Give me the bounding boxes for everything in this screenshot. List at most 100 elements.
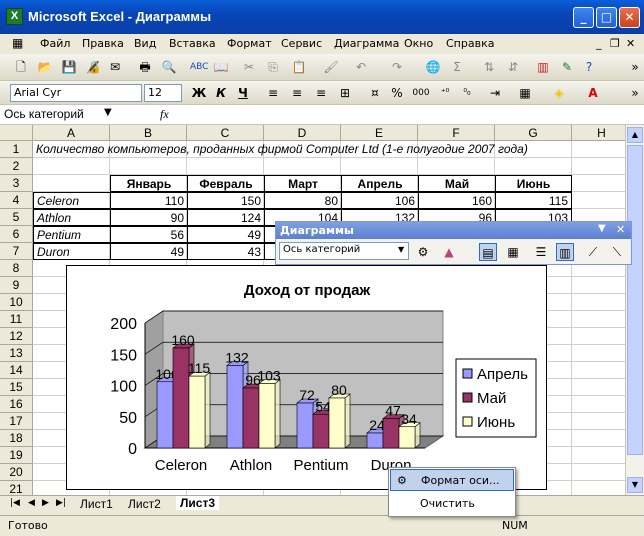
tab-sheet3[interactable]: Лист3: [176, 496, 220, 510]
spelling-icon[interactable]: ABC: [190, 58, 208, 76]
by-column-icon[interactable]: ▥: [556, 243, 574, 261]
name-box-dropdown-icon[interactable]: ▼: [104, 107, 112, 118]
chart-object-dropdown-icon[interactable]: ▼: [398, 245, 404, 254]
value-cell[interactable]: 49: [110, 243, 188, 260]
toolbar2-options-icon[interactable]: »: [626, 84, 644, 102]
tab-sheet2[interactable]: Лист2: [128, 497, 161, 511]
value-cell[interactable]: 43: [187, 243, 265, 260]
chart-wizard-icon[interactable]: ▥: [534, 58, 552, 76]
value-cell[interactable]: 160: [418, 192, 496, 209]
row-header-17[interactable]: 17: [0, 413, 33, 430]
value-cell[interactable]: 124: [187, 209, 265, 226]
print-icon[interactable]: 🖶: [136, 58, 154, 76]
formula-input[interactable]: [180, 107, 620, 123]
last-sheet-icon[interactable]: ▶|: [56, 498, 66, 508]
value-cell[interactable]: 106: [341, 192, 419, 209]
menu-file[interactable]: Файл: [40, 37, 70, 50]
row-header-21[interactable]: 21: [0, 481, 33, 495]
value-cell[interactable]: 80: [264, 192, 342, 209]
row-header-18[interactable]: 18: [0, 430, 33, 447]
merge-icon[interactable]: ⊞: [336, 84, 354, 102]
align-left-icon[interactable]: ≡: [264, 84, 282, 102]
menu-edit[interactable]: Правка: [82, 37, 124, 50]
redo-icon[interactable]: ↷: [388, 58, 406, 76]
font-select[interactable]: Arial Cyr: [10, 84, 142, 102]
borders-icon[interactable]: ▦: [516, 84, 534, 102]
name-box[interactable]: Ось категорий: [4, 107, 120, 123]
copy-icon[interactable]: ⎘: [264, 58, 282, 76]
header-mar[interactable]: Март: [264, 175, 342, 192]
vertical-scrollbar[interactable]: ▲ ▼: [625, 125, 644, 495]
row-header-7[interactable]: 7: [0, 243, 33, 260]
undo-icon[interactable]: ↶: [352, 58, 370, 76]
row-header-2[interactable]: 2: [0, 158, 33, 175]
prev-sheet-icon[interactable]: ◀: [28, 498, 35, 508]
minimize-button[interactable]: _: [573, 7, 594, 28]
data-table-icon[interactable]: ▦: [504, 243, 522, 261]
chart-toolbar-close-button[interactable]: ✕: [616, 223, 625, 236]
column-header-g[interactable]: G: [495, 125, 572, 141]
row-header-5[interactable]: 5: [0, 209, 33, 226]
by-row-icon[interactable]: ☰: [532, 243, 550, 261]
first-sheet-icon[interactable]: |◀: [10, 498, 20, 508]
format-selected-icon[interactable]: ⚙: [414, 243, 432, 261]
legend-icon[interactable]: ▤: [479, 243, 497, 261]
align-center-icon[interactable]: ≡: [288, 84, 306, 102]
column-header-b[interactable]: B: [110, 125, 187, 141]
save-icon[interactable]: 💾: [60, 58, 78, 76]
permission-icon[interactable]: 🔏: [84, 58, 102, 76]
row-header-20[interactable]: 20: [0, 464, 33, 481]
menu-window[interactable]: Окно: [404, 37, 433, 50]
menu-view[interactable]: Вид: [134, 37, 156, 50]
scroll-down-button[interactable]: ▼: [627, 477, 643, 493]
value-cell[interactable]: 115: [495, 192, 572, 209]
menu-format[interactable]: Формат: [227, 37, 272, 50]
format-painter-icon[interactable]: 🖌: [322, 58, 340, 76]
sort-asc-icon[interactable]: ⇅: [480, 58, 498, 76]
toolbar-options-arrow-icon[interactable]: ▼: [598, 223, 606, 234]
email-icon[interactable]: ✉: [106, 58, 124, 76]
decrease-decimal-icon[interactable]: ⁰₀: [458, 84, 476, 102]
fx-icon[interactable]: fx: [160, 107, 169, 122]
font-size-select[interactable]: 12: [144, 84, 182, 102]
maximize-button[interactable]: □: [596, 7, 617, 28]
toolbar-options-icon[interactable]: »: [626, 58, 644, 76]
row-header-8[interactable]: 8: [0, 260, 33, 277]
header-jun[interactable]: Июнь: [495, 175, 572, 192]
menu-insert[interactable]: Вставка: [169, 37, 216, 50]
column-header-a[interactable]: A: [33, 125, 110, 141]
menu-help[interactable]: Справка: [446, 37, 494, 50]
angle-up-icon[interactable]: ⟍: [608, 243, 626, 261]
row-header-6[interactable]: 6: [0, 226, 33, 243]
doc-close-button[interactable]: ✕: [626, 37, 635, 50]
row-header-13[interactable]: 13: [0, 345, 33, 362]
value-cell[interactable]: 110: [110, 192, 188, 209]
row-header-12[interactable]: 12: [0, 328, 33, 345]
row-header-15[interactable]: 15: [0, 379, 33, 396]
row-header-4[interactable]: 4: [0, 192, 33, 209]
row-header-9[interactable]: 9: [0, 277, 33, 294]
bold-button[interactable]: Ж: [190, 84, 208, 102]
indent-icon[interactable]: ⇥: [486, 84, 504, 102]
header-apr[interactable]: Апрель: [341, 175, 419, 192]
select-all-corner[interactable]: [0, 125, 33, 141]
open-icon[interactable]: 📂: [36, 58, 54, 76]
column-header-c[interactable]: C: [187, 125, 264, 141]
sort-desc-icon[interactable]: ⇵: [504, 58, 522, 76]
close-button[interactable]: ✕: [619, 7, 640, 28]
row-header-14[interactable]: 14: [0, 362, 33, 379]
help-icon[interactable]: ?: [580, 58, 598, 76]
percent-button[interactable]: %: [388, 84, 406, 102]
autosum-icon[interactable]: Σ: [448, 58, 466, 76]
underline-button[interactable]: Ч: [234, 84, 252, 102]
document-icon[interactable]: ▦: [12, 36, 23, 50]
menu-chart[interactable]: Диаграмма: [334, 37, 399, 50]
doc-restore-button[interactable]: ❐: [610, 37, 620, 50]
column-header-e[interactable]: E: [341, 125, 418, 141]
increase-decimal-icon[interactable]: ⁺⁰: [436, 84, 454, 102]
value-cell[interactable]: 150: [187, 192, 265, 209]
doc-minimize-button[interactable]: _: [596, 37, 602, 50]
value-cell[interactable]: 56: [110, 226, 188, 243]
next-sheet-icon[interactable]: ▶: [42, 498, 49, 508]
header-jan[interactable]: Январь: [110, 175, 188, 192]
